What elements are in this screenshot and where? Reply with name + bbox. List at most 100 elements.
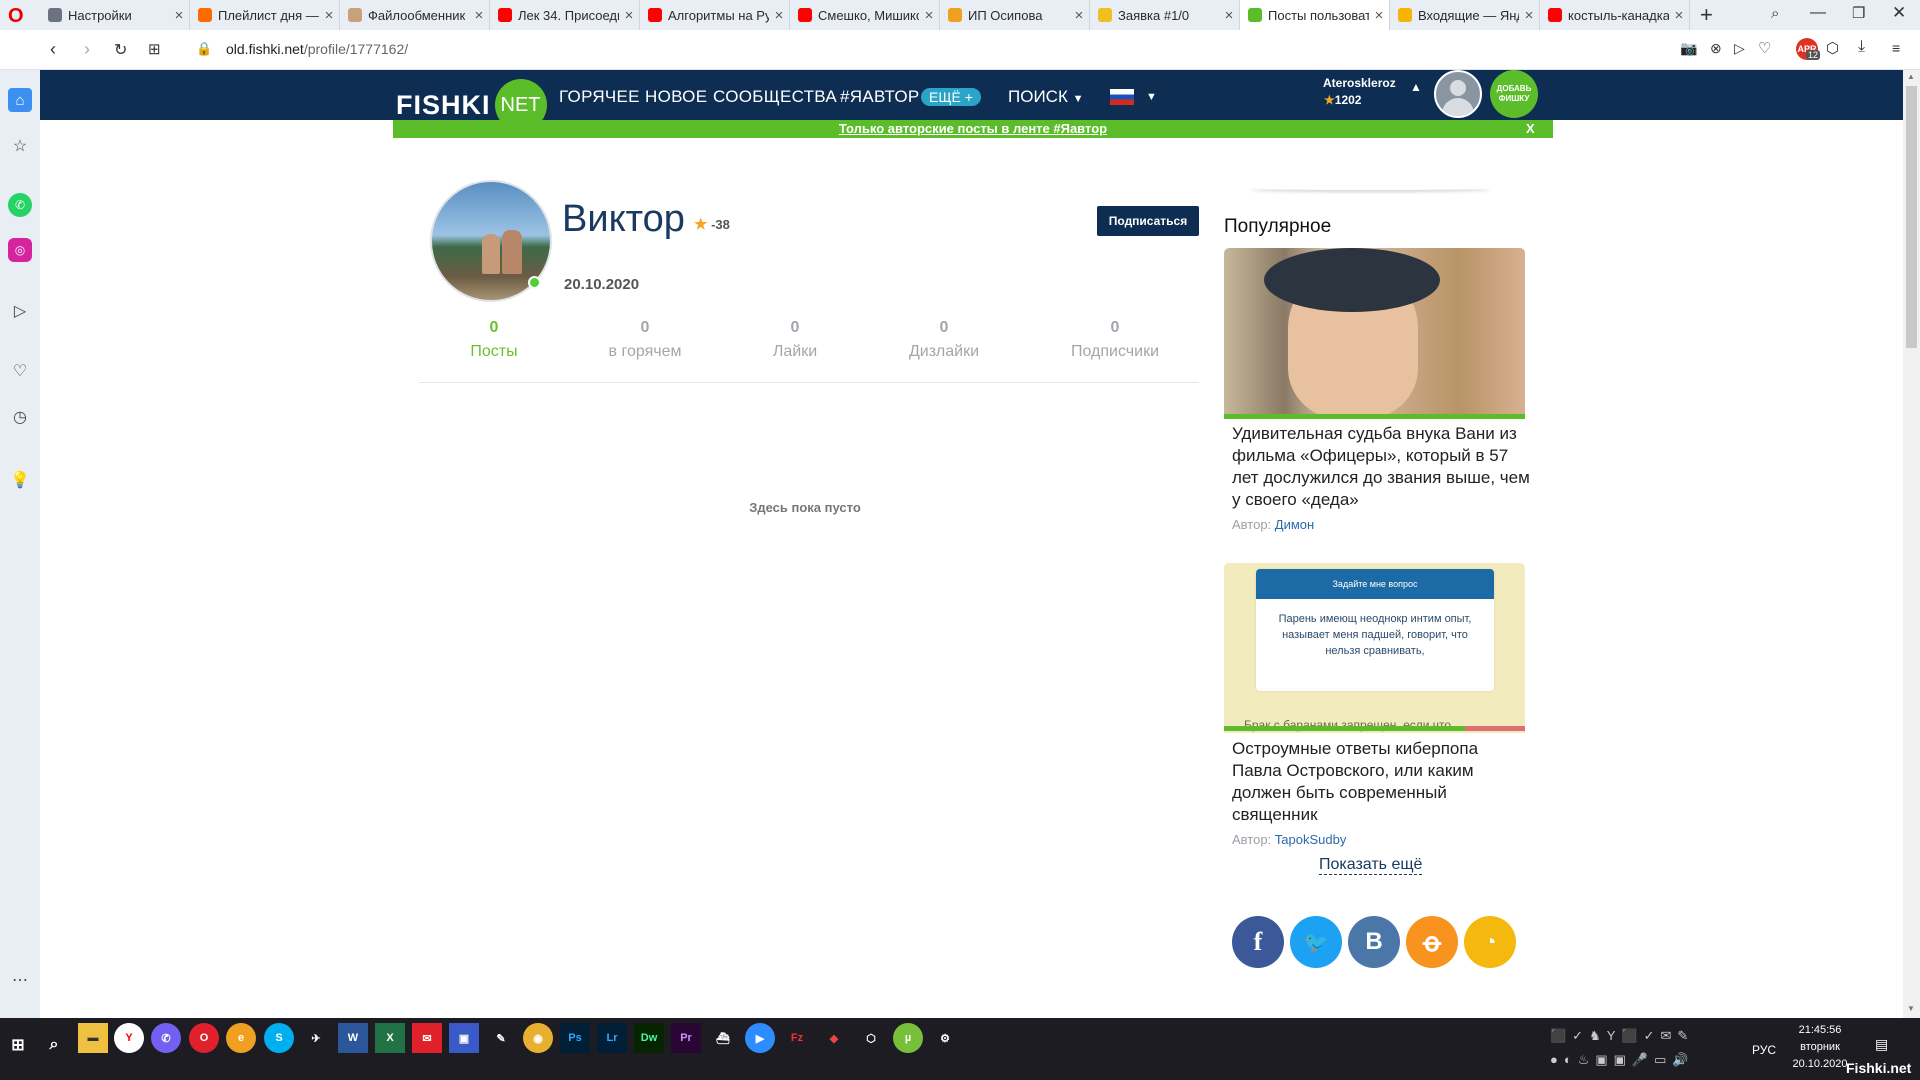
premiere-icon[interactable]: Pr — [671, 1023, 701, 1053]
language-indicator[interactable]: РУС — [1752, 1043, 1776, 1057]
back-icon[interactable]: ‹ — [50, 39, 56, 60]
vk-icon[interactable]: В — [1348, 916, 1400, 968]
minimize-button[interactable]: — — [1810, 4, 1826, 22]
restore-button[interactable]: ❐ — [1852, 4, 1865, 22]
language-chevron-icon[interactable]: ▼ — [1146, 91, 1157, 103]
popular-card-author[interactable]: Автор: TapokSudby — [1232, 832, 1346, 847]
cube-icon[interactable]: ⬡ — [1826, 39, 1839, 57]
popular-card-author[interactable]: Автор: Димон — [1232, 517, 1314, 532]
tabs-grid-icon[interactable]: ⊞ — [148, 40, 161, 58]
tab[interactable]: Файлообменник × — [340, 0, 490, 30]
tab[interactable]: костыль-канадка × — [1540, 0, 1690, 30]
caret-up-icon[interactable]: ▲ — [1410, 80, 1422, 94]
close-tab-icon[interactable]: × — [319, 7, 339, 24]
language-flag-icon[interactable] — [1110, 89, 1134, 105]
yandex-browser-icon[interactable]: Y — [114, 1023, 144, 1053]
tab[interactable]: Посты пользоват × — [1240, 0, 1390, 30]
close-tab-icon[interactable]: × — [1219, 7, 1239, 24]
tab[interactable]: Входящие — Янд × — [1390, 0, 1540, 30]
tab[interactable]: Плейлист дня — × — [190, 0, 340, 30]
nav-new[interactable]: НОВОЕ — [645, 87, 707, 107]
close-tab-icon[interactable]: × — [919, 7, 939, 24]
dreamweaver-icon[interactable]: Dw — [634, 1023, 664, 1053]
popular-card-title[interactable]: Остроумные ответы киберпопа Павла Остров… — [1232, 738, 1532, 826]
stat-posts[interactable]: 0 Посты — [419, 319, 569, 361]
url-field[interactable]: old.fishki.net/profile/1777162/ — [226, 41, 408, 57]
clock[interactable]: 21:45:56 вторник 20.10.2020 — [1790, 1022, 1850, 1073]
stat-followers[interactable]: 0 Подписчики — [1040, 319, 1190, 361]
send-icon[interactable]: ▷ — [1734, 40, 1745, 57]
stat-dislikes[interactable]: 0 Дизлайки — [869, 319, 1019, 361]
instagram-icon[interactable]: ◎ — [8, 238, 32, 262]
lightbulb-icon[interactable]: 💡 — [8, 468, 32, 492]
whatsapp-icon[interactable]: ✆ — [8, 193, 32, 217]
start-icon[interactable]: ⊞ — [3, 1030, 33, 1060]
subscribe-button[interactable]: Подписаться — [1097, 206, 1199, 236]
ship-app-icon[interactable]: ⛴ — [708, 1023, 738, 1053]
avatar[interactable] — [1434, 70, 1482, 118]
close-window-button[interactable]: ✕ — [1892, 3, 1906, 23]
more-icon[interactable]: ⋯ — [8, 968, 32, 992]
close-tab-icon[interactable]: × — [169, 7, 189, 24]
camera-icon[interactable]: 📷 — [1680, 40, 1697, 57]
opera-icon[interactable]: O — [189, 1023, 219, 1053]
chrome-icon[interactable]: ◉ — [523, 1023, 553, 1053]
tab[interactable]: Лек 34. Присоеди × — [490, 0, 640, 30]
nav-more-button[interactable]: ЕЩЁ + — [921, 88, 981, 106]
scroll-down-icon[interactable]: ▼ — [1907, 1004, 1915, 1013]
history-icon[interactable]: ◷ — [8, 405, 32, 429]
promo-close-button[interactable]: X — [1526, 121, 1535, 136]
close-tab-icon[interactable]: × — [469, 7, 489, 24]
user-name[interactable]: Ateroskleroz — [1323, 76, 1396, 90]
utorrent-icon[interactable]: µ — [893, 1023, 923, 1053]
facebook-icon[interactable]: f — [1232, 916, 1284, 968]
odnoklassniki-icon[interactable]: ꝋ — [1406, 916, 1458, 968]
new-tab-button[interactable]: + — [1700, 2, 1713, 28]
player-icon[interactable]: ▷ — [8, 299, 32, 323]
popular-card-title[interactable]: Удивительная судьба внука Вани из фильма… — [1232, 423, 1532, 511]
word-icon[interactable]: W — [338, 1023, 368, 1053]
scroll-thumb[interactable] — [1906, 86, 1917, 348]
tab[interactable]: Настройки × — [40, 0, 190, 30]
close-tab-icon[interactable]: × — [1069, 7, 1089, 24]
show-more-link[interactable]: Показать ещё — [1319, 856, 1423, 875]
rss-icon[interactable]: ◔ — [1464, 916, 1516, 968]
heart-icon[interactable]: ♡ — [1758, 39, 1771, 57]
search-tabs-icon[interactable]: ⌕ — [1771, 5, 1779, 22]
home-icon[interactable]: ⌂ — [8, 88, 32, 112]
tab[interactable]: Смешко, Мишико × — [790, 0, 940, 30]
notifications-icon[interactable]: ▤ — [1875, 1036, 1888, 1053]
anydesk-icon[interactable]: ◆ — [819, 1023, 849, 1053]
page-scrollbar[interactable]: ▲ ▼ — [1903, 70, 1920, 1018]
nav-iamauthor[interactable]: #ЯАВТОР — [840, 87, 920, 107]
tab[interactable]: Заявка #1/0 × — [1090, 0, 1240, 30]
tab[interactable]: ИП Осипова × — [940, 0, 1090, 30]
close-tab-icon[interactable]: × — [769, 7, 789, 24]
edge-icon[interactable]: e — [226, 1023, 256, 1053]
excel-icon[interactable]: X — [375, 1023, 405, 1053]
tab[interactable]: Алгоритмы на Ру × — [640, 0, 790, 30]
filezilla-icon[interactable]: Fz — [782, 1023, 812, 1053]
speed-dial-icon[interactable]: ☆ — [8, 134, 32, 158]
stat-hot[interactable]: 0 в горячем — [570, 319, 720, 361]
nav-search[interactable]: ПОИСК ▼ — [1008, 87, 1083, 107]
lightroom-icon[interactable]: Lr — [597, 1023, 627, 1053]
tray-icons[interactable]: ⬛✓♞Y⬛✓✉✎ ●◐♨▣▣🎤▭🔊 — [1550, 1024, 1730, 1072]
photoshop-icon[interactable]: Ps — [560, 1023, 590, 1053]
viber-icon[interactable]: ✆ — [151, 1023, 181, 1053]
skype-icon[interactable]: S — [264, 1023, 294, 1053]
close-tab-icon[interactable]: × — [1369, 7, 1389, 24]
twitter-icon[interactable]: 🐦 — [1290, 916, 1342, 968]
pen-app-icon[interactable]: ✎ — [486, 1023, 516, 1053]
menu-icon[interactable]: ≡ — [1892, 40, 1900, 56]
nav-communities[interactable]: СООБЩЕСТВА — [713, 87, 837, 107]
stat-likes[interactable]: 0 Лайки — [720, 319, 870, 361]
block-icon[interactable]: ⊗ — [1710, 40, 1722, 57]
search-icon[interactable]: ⌕ — [39, 1030, 69, 1060]
forward-icon[interactable]: › — [84, 39, 90, 60]
close-tab-icon[interactable]: × — [1519, 7, 1539, 24]
close-tab-icon[interactable]: × — [1669, 7, 1689, 24]
box-app-icon[interactable]: ⬡ — [856, 1023, 886, 1053]
promo-banner[interactable]: Только авторские посты в ленте #Яавтор — [393, 120, 1553, 138]
scroll-up-icon[interactable]: ▲ — [1907, 72, 1915, 81]
